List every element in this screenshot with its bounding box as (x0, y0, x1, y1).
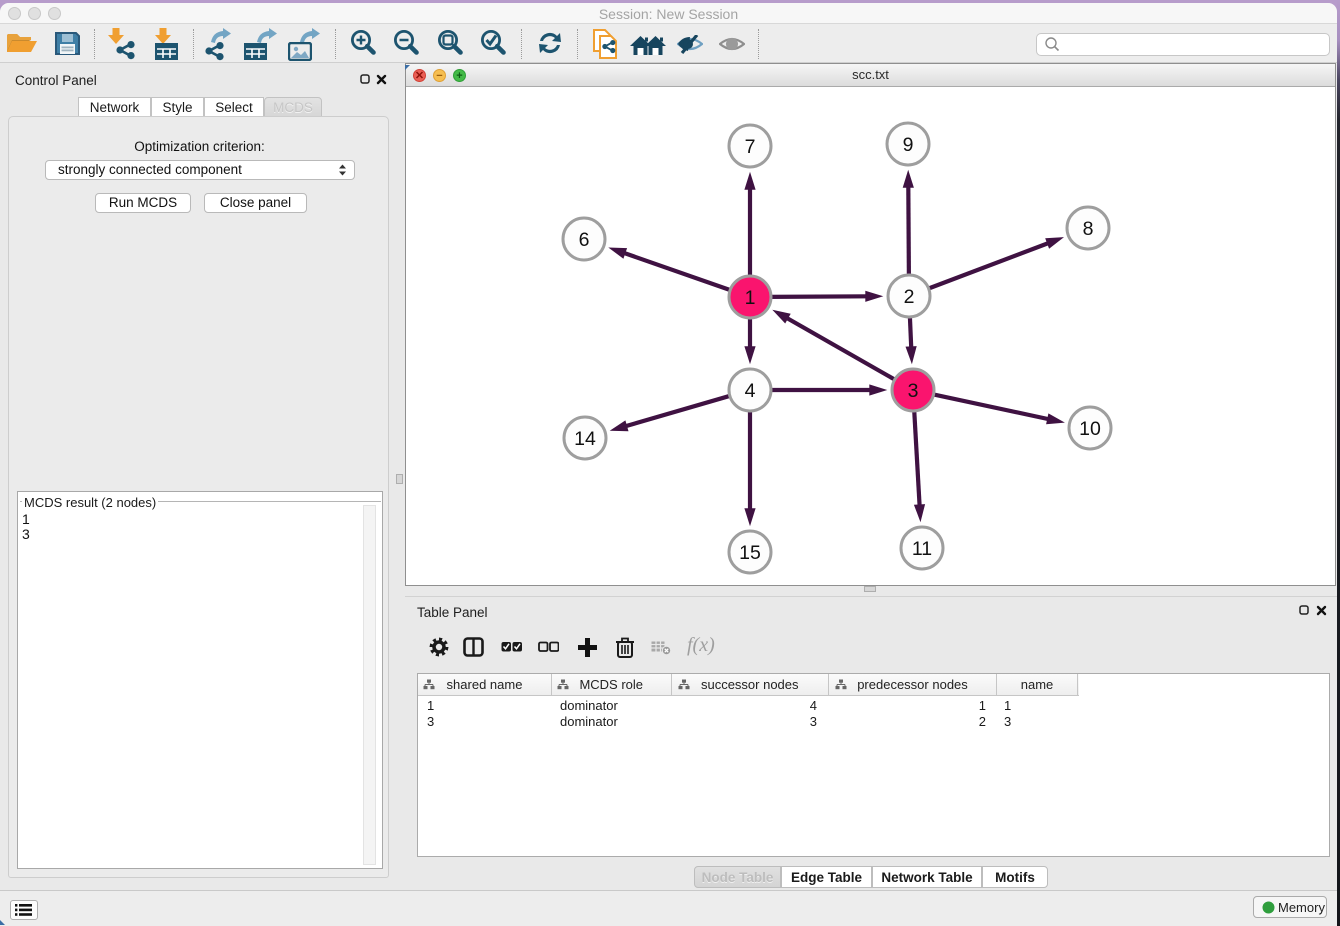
svg-text:6: 6 (579, 229, 590, 251)
svg-text:4: 4 (745, 380, 756, 402)
svg-text:1: 1 (745, 287, 756, 309)
svg-text:11: 11 (912, 538, 932, 560)
svg-text:9: 9 (903, 134, 914, 156)
svg-text:7: 7 (745, 136, 756, 158)
svg-text:10: 10 (1079, 418, 1101, 440)
svg-text:14: 14 (574, 428, 596, 450)
svg-text:8: 8 (1083, 218, 1094, 240)
svg-text:15: 15 (739, 542, 761, 564)
svg-text:3: 3 (908, 380, 919, 402)
svg-text:2: 2 (904, 286, 915, 308)
